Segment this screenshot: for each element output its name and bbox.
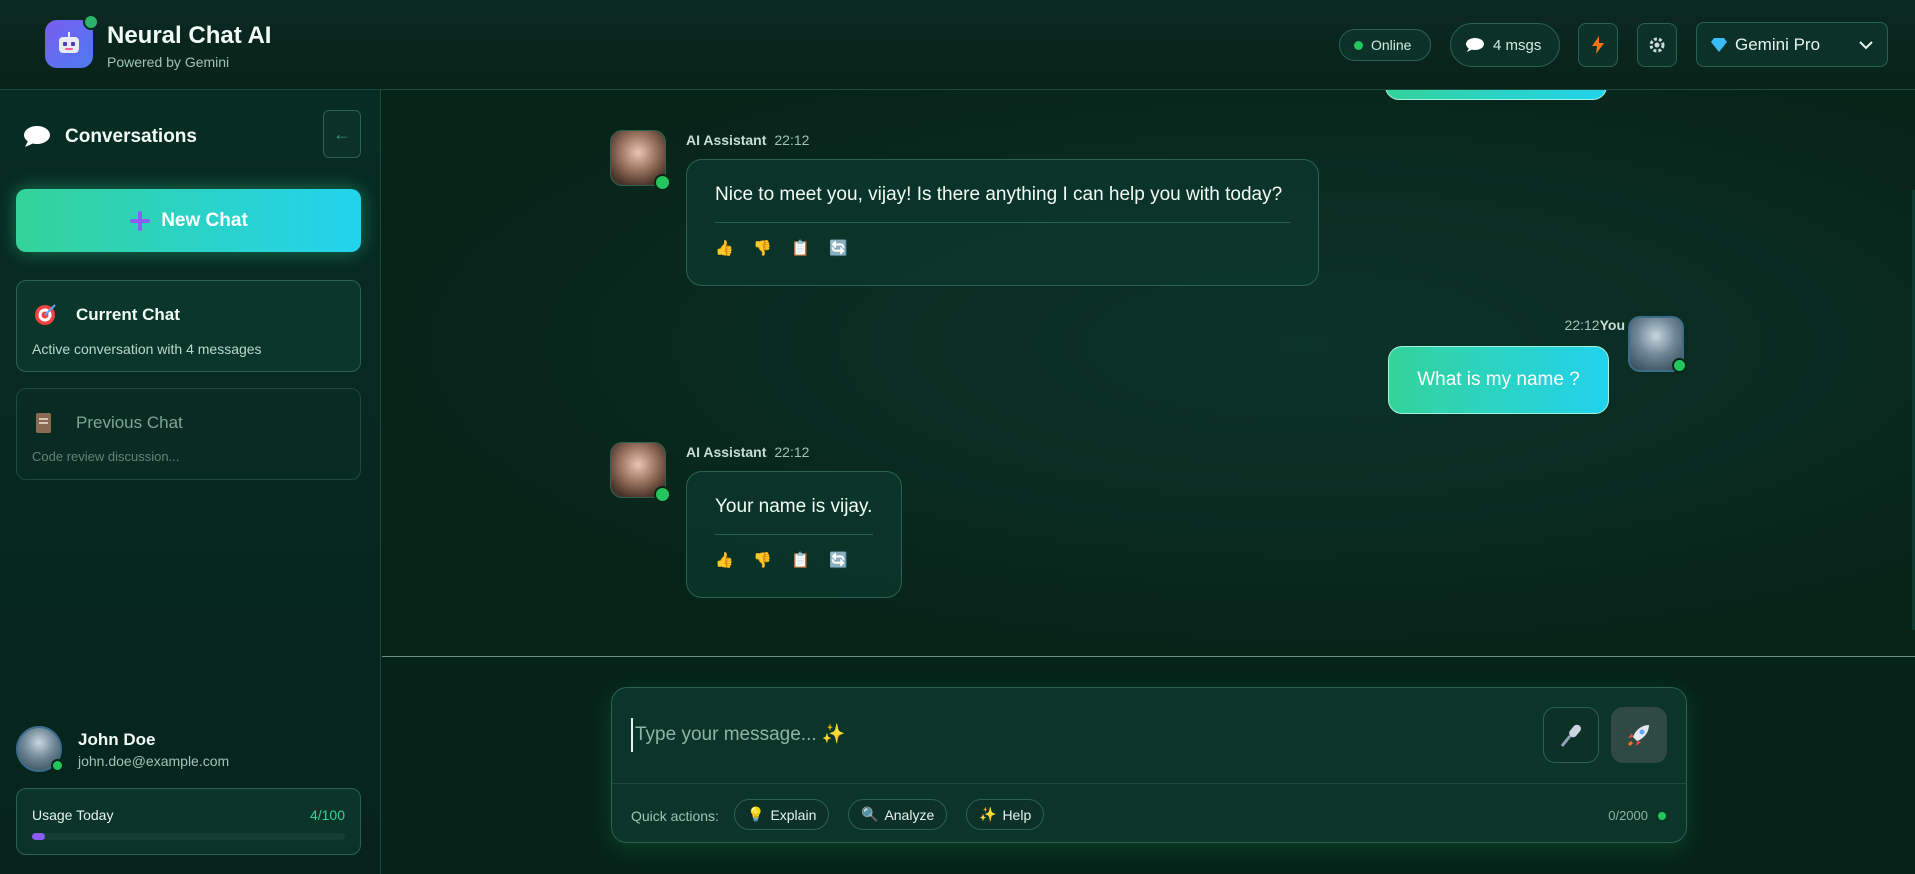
composer-divider: [612, 783, 1686, 784]
quick-action-label: Analyze: [884, 806, 935, 823]
status-badge: Online: [1339, 29, 1431, 61]
document-icon: [36, 413, 51, 433]
message-divider: [715, 222, 1290, 223]
quick-action-label: Help: [1002, 806, 1032, 823]
quick-action-explain[interactable]: 💡 Explain: [734, 799, 830, 830]
status-label: Online: [1371, 37, 1412, 53]
usage-count: 4/100: [309, 807, 345, 823]
user-name: John Doe: [78, 730, 156, 749]
rocket-icon: [1627, 725, 1649, 747]
message-meta: AI Assistant 22:12: [686, 444, 809, 460]
assistant-avatar: [610, 442, 671, 503]
conversation-item-current[interactable]: Current Chat Active conversation with 4 …: [16, 280, 361, 372]
quick-mode-button[interactable]: [1578, 23, 1618, 67]
message-divider: [715, 534, 873, 535]
assistant-avatar: [610, 130, 671, 191]
app-title: Neural Chat AI: [107, 22, 272, 49]
new-chat-label: New Chat: [161, 209, 248, 231]
usage-progress-bar: [32, 833, 345, 840]
assistant-message-bubble: Nice to meet you, vijay! Is there anythi…: [686, 159, 1319, 286]
message-time: 22:12: [1564, 317, 1600, 333]
gear-icon: [1649, 37, 1665, 53]
online-dot: [1354, 40, 1363, 50]
collapse-sidebar-button[interactable]: ←: [323, 110, 361, 158]
lightbulb-icon: 💡: [747, 806, 765, 822]
usage-progress-fill: [32, 833, 45, 840]
ready-indicator-dot: [1658, 812, 1666, 820]
message-actions: 👍 👎 📋 🔄: [715, 239, 1290, 257]
message-count-badge: 4 msgs: [1450, 23, 1560, 67]
voice-input-button[interactable]: [1543, 707, 1599, 763]
user-message-bubble: What is my name ?: [1388, 346, 1609, 414]
robot-icon: [59, 32, 79, 53]
logo-status-dot: [83, 14, 99, 30]
target-icon: [35, 304, 56, 325]
regenerate-icon[interactable]: 🔄: [829, 239, 849, 257]
message-author: AI Assistant: [686, 444, 767, 460]
conversation-title: Current Chat: [76, 305, 180, 324]
chat-area[interactable]: AI Assistant 22:12 Nice to meet you, vija…: [382, 90, 1915, 657]
online-dot: [1672, 358, 1687, 373]
settings-button[interactable]: [1637, 23, 1677, 67]
online-dot: [654, 174, 671, 191]
quick-action-label: Explain: [770, 806, 817, 823]
online-dot: [654, 486, 671, 503]
usage-panel: Usage Today 4/100: [16, 788, 361, 855]
quick-action-help[interactable]: ✨ Help: [966, 799, 1045, 830]
message-text: What is my name ?: [1417, 369, 1580, 390]
user-avatar: [1628, 316, 1687, 373]
sidebar: Conversations ← New Chat Current Chat Ac…: [0, 90, 381, 874]
gem-icon: [1711, 37, 1727, 52]
message-meta: AI Assistant 22:12: [686, 132, 809, 148]
assistant-message-bubble: Your name is vijay. 👍 👎 📋 🔄: [686, 471, 902, 598]
thumbs-up-icon[interactable]: 👍: [715, 551, 735, 569]
message-actions: 👍 👎 📋 🔄: [715, 551, 873, 569]
message-meta: 22:12You: [1565, 317, 1625, 333]
plus-icon: [130, 210, 151, 231]
copy-icon[interactable]: 📋: [791, 239, 811, 257]
message-text: Your name is vijay.: [715, 496, 873, 517]
app-header: Neural Chat AI Powered by Gemini Online …: [0, 0, 1915, 90]
app-logo: [45, 14, 99, 68]
thumbs-down-icon[interactable]: 👎: [753, 239, 773, 257]
sidebar-title: Conversations: [65, 126, 197, 147]
app-subtitle: Powered by Gemini: [107, 54, 230, 70]
online-dot: [51, 759, 64, 772]
quick-actions-label: Quick actions:: [631, 808, 719, 824]
character-count: 0/2000: [1608, 808, 1648, 823]
copy-icon[interactable]: 📋: [791, 551, 811, 569]
chat-bubble-icon: [1466, 38, 1484, 52]
magnifier-icon: 🔍: [861, 806, 879, 822]
thumbs-down-icon[interactable]: 👎: [753, 551, 773, 569]
conversation-description: Active conversation with 4 messages: [32, 341, 262, 357]
send-button[interactable]: [1611, 707, 1667, 763]
new-chat-button[interactable]: New Chat: [16, 189, 361, 252]
message-author: You: [1599, 317, 1625, 333]
regenerate-icon[interactable]: 🔄: [829, 551, 849, 569]
model-label: Gemini Pro: [1735, 34, 1821, 54]
message-composer: Quick actions: 💡 Explain 🔍 Analyze ✨ Hel…: [611, 687, 1687, 843]
usage-label: Usage Today: [32, 807, 114, 823]
message-input[interactable]: [631, 718, 1531, 752]
chat-bubble-icon: [24, 126, 50, 147]
message-time: 22:12: [774, 444, 810, 460]
message-author: AI Assistant: [686, 132, 767, 148]
conversation-description: Code review discussion...: [32, 449, 180, 464]
user-email: john.doe@example.com: [78, 753, 230, 769]
microphone-icon: [1560, 724, 1581, 747]
avatar[interactable]: [16, 726, 64, 772]
message-count: 4 msgs: [1493, 36, 1542, 54]
chevron-down-icon: [1859, 40, 1873, 49]
thumbs-up-icon[interactable]: 👍: [715, 239, 735, 257]
sparkles-icon: ✨: [979, 806, 997, 822]
quick-action-analyze[interactable]: 🔍 Analyze: [848, 799, 948, 830]
user-message-bubble-partial: [1385, 90, 1607, 100]
conversation-item-previous[interactable]: Previous Chat Code review discussion...: [16, 388, 361, 480]
message-time: 22:12: [774, 132, 810, 148]
message-text: Nice to meet you, vijay! Is there anythi…: [715, 184, 1283, 205]
lightning-icon: [1592, 36, 1604, 54]
conversation-title: Previous Chat: [76, 413, 183, 432]
model-select[interactable]: Gemini Pro: [1696, 22, 1888, 67]
